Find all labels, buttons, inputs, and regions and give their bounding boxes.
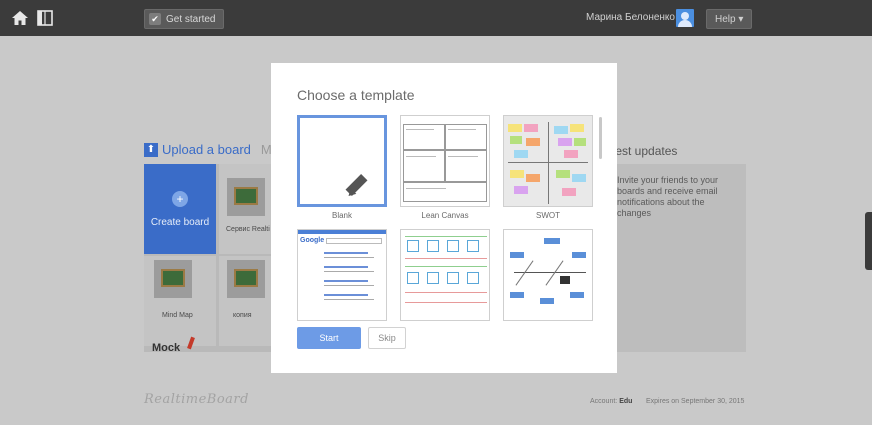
home-icon[interactable] <box>11 9 29 27</box>
board-title: Сервис Realti <box>226 226 270 233</box>
canvas-section <box>445 150 487 182</box>
sidebar-toggle-icon[interactable] <box>36 9 54 27</box>
feedback-tab[interactable] <box>865 212 872 270</box>
mock-board-label: Mock <box>152 342 181 354</box>
upload-board-link[interactable]: Upload a board <box>162 142 251 157</box>
template-card-fishbone[interactable] <box>503 229 593 321</box>
canvas-section <box>403 182 487 202</box>
user-menu[interactable]: Марина Белоненко ▾ <box>586 12 683 23</box>
avatar-head-shape <box>681 12 689 20</box>
template-scrollbar[interactable] <box>599 117 602 159</box>
create-board-label: Create board <box>150 216 210 228</box>
template-card-user-story-map[interactable] <box>400 229 490 321</box>
checkmark-icon: ✔ <box>149 13 161 25</box>
canvas-section <box>445 124 487 150</box>
template-label: Blank <box>331 211 352 220</box>
dialog-title: Choose a template <box>297 87 415 103</box>
canvas-section <box>403 124 445 150</box>
skip-button[interactable]: Skip <box>368 327 406 349</box>
board-thumbnail <box>227 260 265 298</box>
template-label: Lean Canvas <box>421 211 469 220</box>
upload-icon[interactable]: ⬆ <box>144 142 158 157</box>
template-card-swot[interactable] <box>503 115 593 207</box>
template-label: SWOT <box>536 211 560 220</box>
avatar[interactable] <box>676 9 694 27</box>
template-dialog: Choose a template Blank Lean Canvas SWOT… <box>271 63 617 373</box>
updates-text: Invite your friends to your boards and r… <box>617 175 719 218</box>
plus-icon: + <box>172 190 188 207</box>
avatar-body-shape <box>678 20 692 27</box>
board-tile[interactable]: Mind Map <box>144 256 216 346</box>
upload-board-header: ⬆ Upload a board My b <box>144 142 289 157</box>
board-title: Mind Map <box>162 312 193 319</box>
board-thumbnail <box>154 260 192 298</box>
board-thumbnail <box>227 178 265 216</box>
account-info: Account: Edu <box>590 398 633 405</box>
start-button[interactable]: Start <box>297 327 361 349</box>
board-tile[interactable]: Сервис Realti <box>219 164 271 254</box>
latest-updates-heading: test updates <box>612 144 678 158</box>
create-board-button[interactable]: + Create board <box>144 164 216 254</box>
help-button[interactable]: Help ▾ <box>706 9 753 29</box>
template-card-lean-canvas[interactable] <box>400 115 490 207</box>
template-card-blank[interactable] <box>297 115 387 207</box>
board-title: копия <box>233 312 252 319</box>
template-grid: Blank Lean Canvas SWOT Google <box>297 115 597 325</box>
account-type: Edu <box>619 398 633 405</box>
get-started-button[interactable]: ✔ Get started <box>144 9 225 29</box>
expiration-text: Expires on September 30, 2015 <box>646 398 745 405</box>
board-tile[interactable]: копия <box>219 256 271 346</box>
canvas-section <box>403 150 445 182</box>
get-started-label: Get started <box>166 13 216 25</box>
footer-logo: RealtimeBoard <box>144 392 249 407</box>
template-card-google-search[interactable]: Google <box>297 229 387 321</box>
top-bar: ✔ Get started Марина Белоненко ▾ Help ▾ <box>0 0 872 36</box>
google-logo-text: Google <box>300 237 325 244</box>
